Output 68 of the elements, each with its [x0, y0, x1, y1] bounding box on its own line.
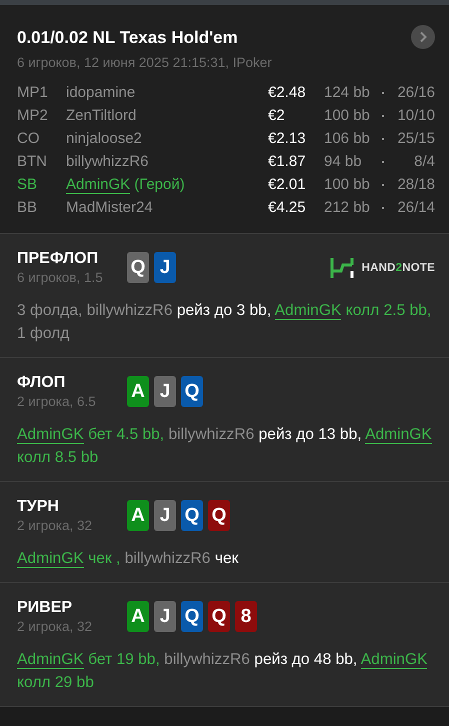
position-label: BB	[17, 199, 38, 216]
player-stats: 26/16	[396, 84, 435, 101]
street-info: 2 игрока, 6.5	[17, 394, 97, 409]
stack-amount: €2	[268, 107, 286, 124]
stack-amount: €2.13	[268, 130, 307, 147]
playing-card: Q	[208, 500, 230, 531]
position-label: CO	[17, 130, 40, 147]
street-info: 2 игрока, 32	[17, 619, 93, 634]
position-label: SB	[17, 176, 38, 193]
player-link[interactable]: AdminGK	[274, 302, 342, 320]
street-info: 6 игроков, 1.5	[17, 270, 104, 285]
position-label: MP2	[17, 107, 49, 124]
player-name: idopamine	[66, 84, 136, 101]
player-link[interactable]: AdminGK	[17, 651, 84, 669]
chevron-right-icon[interactable]	[411, 25, 435, 49]
playing-card: J	[154, 500, 176, 531]
hand-title: 0.01/0.02 NL Texas Hold'em	[17, 28, 238, 48]
position-label: BTN	[17, 153, 48, 170]
position-label: MP1	[17, 84, 49, 101]
playing-card: J	[154, 376, 176, 407]
playing-card: 8	[235, 601, 257, 632]
stack-amount: €4.25	[268, 199, 307, 216]
street-title: ПРЕФЛОП	[17, 250, 100, 268]
street-title: ФЛОП	[17, 374, 66, 392]
stack-bb: 212 bb	[324, 199, 371, 216]
stack-bb: 94 bb	[324, 153, 363, 170]
logo-text: HAND2NOTE	[362, 262, 435, 274]
action-line: AdminGK бет 4.5 bb, billywhizzR6 рейз до 13 bb, AdminGK колл 8.5 bb	[17, 425, 433, 468]
playing-card: Q	[181, 601, 203, 632]
playing-card: A	[127, 601, 149, 632]
stack-bb: 100 bb	[324, 107, 371, 124]
player-stats: 8/4	[413, 153, 435, 170]
stack-amount: €2.48	[268, 84, 307, 101]
player-link[interactable]: AdminGK	[17, 550, 84, 568]
player-link[interactable]: AdminGK	[66, 176, 130, 194]
player-stats: 10/10	[396, 107, 435, 124]
playing-card: A	[127, 500, 149, 531]
action-line: AdminGK чек , billywhizzR6 чек	[17, 549, 240, 570]
stack-bb: 124 bb	[324, 84, 371, 101]
playing-card: Q	[208, 601, 230, 632]
player-name: ZenTiltlord	[66, 107, 136, 124]
hero-label: (Герой)	[134, 176, 185, 193]
street-info: 2 игрока, 32	[17, 518, 93, 533]
action-line: AdminGK бет 19 bb, billywhizzR6 рейз до 48 bb, AdminGK колл 29 bb	[17, 650, 428, 693]
player-stats: 28/18	[396, 176, 435, 193]
player-link[interactable]: AdminGK	[360, 651, 428, 669]
player-name: MadMister24	[66, 199, 153, 216]
playing-card: Q	[127, 252, 149, 283]
street-title: РИВЕР	[17, 599, 74, 617]
hand-subtitle: 6 игроков, 12 июня 2025 21:15:31, IPoker	[17, 55, 273, 70]
logo-icon	[330, 256, 354, 278]
player-link[interactable]: AdminGK	[365, 426, 432, 444]
player-stats: 25/15	[396, 130, 435, 147]
street-title: ТУРН	[17, 498, 60, 516]
action-line: 3 фолда, billywhizzR6 рейз до 3 bb, AdminGK колл 2.5 bb, 1 фолд	[17, 301, 432, 344]
playing-card: J	[154, 252, 176, 283]
playing-card: A	[127, 376, 149, 407]
playing-card: Q	[181, 376, 203, 407]
stack-bb: 106 bb	[324, 130, 371, 147]
player-name: billywhizzR6	[66, 153, 149, 170]
player-name: ninjaloose2	[66, 130, 142, 147]
player-stats: 26/14	[396, 199, 435, 216]
playing-card: J	[154, 601, 176, 632]
stack-amount: €1.87	[268, 153, 307, 170]
playing-card: Q	[181, 500, 203, 531]
stack-bb: 100 bb	[324, 176, 371, 193]
stack-amount: €2.01	[268, 176, 307, 193]
player-link[interactable]: AdminGK	[17, 426, 84, 444]
